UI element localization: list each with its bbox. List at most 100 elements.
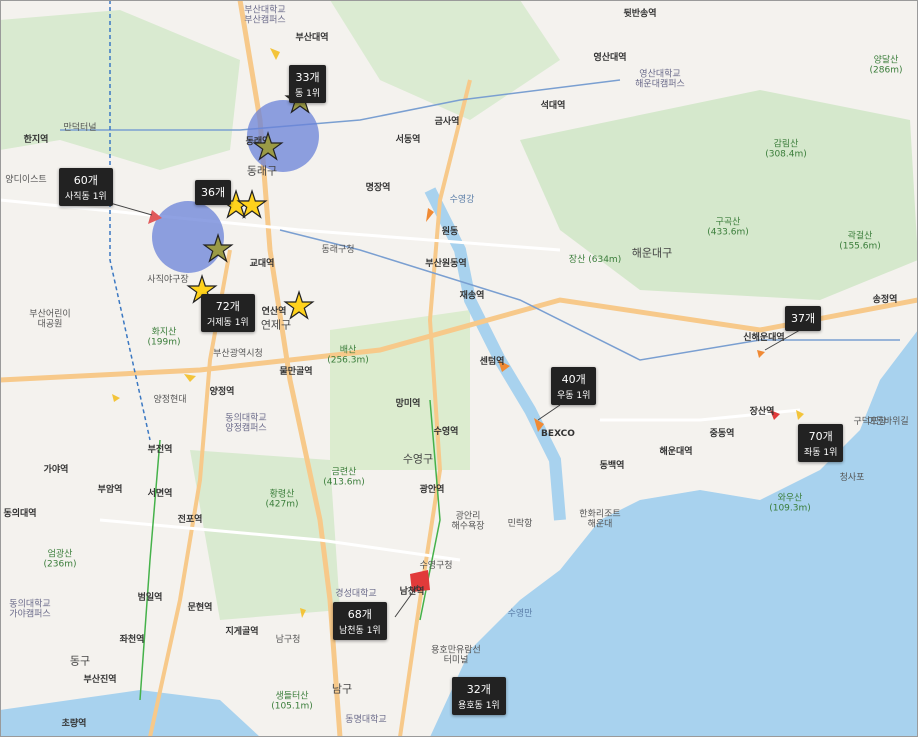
station-label[interactable]: 서면역 — [148, 489, 173, 499]
station-label[interactable]: 광안역 — [420, 485, 445, 495]
region-marker — [112, 394, 120, 402]
place-label: 구덕포항 — [853, 416, 887, 427]
station-label[interactable]: 부전역 — [148, 445, 173, 455]
place-label: 남구청 — [275, 634, 301, 645]
station-label[interactable]: 양정역 — [210, 387, 235, 397]
station-label[interactable]: 동의대역 — [3, 509, 36, 519]
callout-leader — [537, 404, 561, 421]
peak-label: 배산 (256.3m) — [327, 345, 369, 366]
count-callout[interactable]: 60개 사직동 1위 — [59, 168, 113, 206]
station-label[interactable]: 부산대역 — [295, 33, 328, 43]
green-area-north — [330, 0, 560, 120]
place-label: 경성대학교 — [335, 588, 377, 599]
peak-label: 와우산 (109.3m) — [769, 493, 811, 514]
station-label[interactable]: 중동역 — [710, 429, 735, 439]
station-label[interactable]: 석대역 — [541, 101, 566, 111]
place-label: 한화리조트 해운대 — [579, 509, 621, 530]
count-callout[interactable]: 70개 좌동 1위 — [798, 424, 844, 462]
station-label[interactable]: 뒷반송역 — [623, 9, 656, 19]
place-label: 부산광역시청 — [213, 348, 263, 359]
place-label: 사직야구장 — [147, 274, 189, 285]
station-label[interactable]: 센텀역 — [480, 357, 505, 367]
peak-label: 엄광산 (236m) — [43, 549, 77, 570]
station-label[interactable]: 장산역 — [750, 407, 775, 417]
station-label[interactable]: 송정역 — [873, 295, 898, 305]
station-label[interactable]: 전포역 — [178, 515, 203, 525]
station-label[interactable]: 교대역 — [250, 259, 275, 269]
station-label[interactable]: 금사역 — [435, 117, 460, 127]
star-marker[interactable]: ★ — [282, 288, 315, 325]
station-label[interactable]: 동백역 — [600, 461, 625, 471]
place-label: 수영구청 — [419, 560, 453, 571]
peak-label: 구곡산 (433.6m) — [707, 217, 749, 238]
place-label: 양정현대 — [153, 394, 187, 405]
count-callout[interactable]: 36개 — [195, 180, 232, 205]
rail-line-4 — [139, 439, 161, 701]
station-label[interactable]: 가야역 — [44, 465, 69, 475]
sea-area — [430, 330, 918, 737]
count-callout[interactable]: 32개 용호동 1위 — [452, 677, 506, 715]
district-label: 동구 — [69, 654, 91, 668]
count-callout[interactable]: 33개 동 1위 — [289, 65, 327, 103]
station-label[interactable]: 수영역 — [434, 427, 459, 437]
place-label: 양디이스트 — [5, 174, 47, 185]
sea-area-south — [0, 690, 260, 737]
place-label: 용호만유람선 터미널 — [431, 645, 481, 666]
peak-label: 곽걸산 (155.6m) — [839, 231, 881, 252]
green-area-mid — [330, 310, 470, 470]
station-label[interactable]: 좌천역 — [120, 635, 145, 645]
place-label: 청사포 — [839, 472, 865, 483]
place-label: 영산대학교 해운대캠퍼스 — [635, 69, 685, 90]
station-label[interactable]: 물만골역 — [279, 367, 312, 377]
map-canvas[interactable]: 부산대학교 부산캠퍼스 부산대역 영산대학교 해운대캠퍼스 영산대역 뒷반송역 서동… — [0, 0, 918, 737]
station-label[interactable]: 해운대역 — [659, 447, 692, 457]
station-label[interactable]: 초량역 — [62, 719, 87, 729]
count-callout[interactable]: 37개 — [785, 306, 822, 331]
place-label: 부산어린이 대공원 — [29, 309, 71, 330]
star-marker[interactable]: ★ — [251, 129, 284, 166]
count-callout[interactable]: 72개 거제동 1위 — [201, 294, 255, 332]
station-label[interactable]: 원동 — [442, 227, 459, 237]
station-label[interactable]: 서동역 — [396, 135, 421, 145]
station-label[interactable]: 지게골역 — [225, 627, 258, 637]
region-marker — [426, 208, 434, 222]
star-marker[interactable]: ★ — [235, 187, 268, 224]
peak-label: 황령산 (427m) — [265, 489, 299, 510]
station-label[interactable]: 남천역 — [400, 587, 425, 597]
station-label[interactable]: 재송역 — [460, 291, 485, 301]
count-callout[interactable]: 40개 우동 1위 — [551, 367, 597, 405]
place-label: 동명대학교 — [345, 714, 387, 725]
count-callout[interactable]: 68개 남천동 1위 — [333, 602, 387, 640]
place-label: 광안리 해수욕장 — [451, 511, 485, 532]
station-label[interactable]: 부암역 — [98, 485, 123, 495]
place-label: 민락항 — [507, 518, 533, 529]
star-marker[interactable]: ★ — [201, 231, 234, 268]
peak-label: 장산 (634m) — [568, 254, 622, 265]
place-label: 부산대학교 부산캠퍼스 — [244, 5, 286, 26]
green-area-east — [520, 90, 918, 300]
peak-label: 감림산 (308.4m) — [765, 139, 807, 160]
station-label[interactable]: 범일역 — [138, 593, 163, 603]
station-label[interactable]: 문현역 — [188, 603, 213, 613]
district-label: 해운대구 — [631, 246, 673, 260]
station-label[interactable]: 부산원동역 — [425, 259, 466, 269]
station-label[interactable]: 신해운대역 — [743, 333, 784, 343]
station-label[interactable]: 명장역 — [366, 183, 391, 193]
station-label[interactable]: 영산대역 — [593, 53, 626, 63]
place-label: 동의대학교 양정캠퍼스 — [225, 413, 267, 434]
station-label[interactable]: 망미역 — [396, 399, 421, 409]
green-area-west — [0, 10, 240, 170]
region-marker — [184, 374, 196, 382]
peak-label: 금련산 (413.6m) — [323, 467, 365, 488]
map-base-layer — [0, 0, 918, 737]
place-label: 동래구청 — [321, 244, 355, 255]
station-label[interactable]: BEXCO — [541, 429, 575, 439]
water-label: 수영강 — [449, 194, 475, 205]
station-label[interactable]: 부산진역 — [83, 675, 116, 685]
peak-label: 양달산 (286m) — [869, 55, 903, 76]
district-label: 수영구 — [402, 452, 434, 466]
region-marker — [757, 350, 765, 358]
place-label: 동의대학교 가야캠퍼스 — [9, 599, 51, 620]
water-label: 수영만 — [507, 608, 533, 619]
station-label[interactable]: 한지역 — [24, 135, 49, 145]
